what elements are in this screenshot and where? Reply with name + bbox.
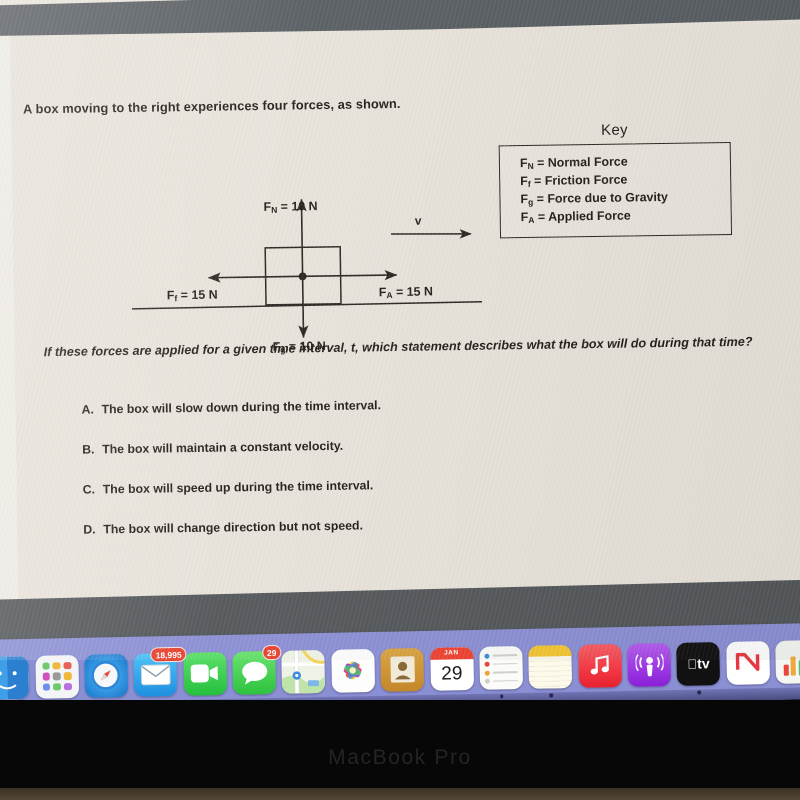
key-def-fn: = Normal Force [537, 154, 628, 170]
choice-d-letter: D. [83, 522, 96, 537]
calendar-month-label: JAN [429, 646, 474, 660]
answer-choice-d[interactable]: D. The box will change direction but not… [83, 514, 683, 537]
dock-item-facetime[interactable] [182, 651, 227, 696]
laptop-screen: A box moving to the right experiences fo… [0, 0, 800, 660]
dock-item-notes[interactable] [528, 644, 573, 697]
key-panel: Key FN = Normal Force Ff = Friction Forc… [498, 120, 733, 239]
fa-symbol: F [378, 285, 387, 300]
photos-icon [331, 648, 375, 693]
messages-badge: 29 [261, 644, 282, 660]
key-sub-fn: N [527, 160, 534, 172]
dock-item-news[interactable] [725, 640, 770, 685]
dock-item-contacts[interactable] [380, 647, 425, 692]
dock-item-launchpad[interactable] [34, 654, 79, 699]
normal-force-label: FN = 10 N [263, 199, 318, 215]
gravity-force-arrow [298, 276, 309, 339]
choice-d-text: The box will change direction but not sp… [103, 518, 364, 537]
applied-force-arrow [302, 270, 398, 281]
key-symbol-fa: F [520, 209, 529, 225]
choice-a-letter: A. [81, 402, 94, 417]
key-sub-ff: f [527, 178, 531, 189]
key-title: Key [600, 121, 628, 139]
dock-item-maps[interactable] [281, 649, 326, 694]
mail-badge: 18,995 [150, 646, 187, 662]
numbers-icon [775, 639, 800, 684]
dock-item-mail[interactable]: 18,995 [133, 646, 187, 705]
force-diagram: FN = 10 N Fg = 10 N Ff = 15 N FA = 15 N … [122, 148, 505, 355]
dock-item-reminders[interactable] [479, 645, 524, 698]
answer-choice-c[interactable]: C. The box will speed up during the time… [82, 474, 683, 497]
desk-surface-edge [0, 788, 800, 800]
fa-value: = 15 N [392, 284, 433, 300]
center-of-mass-dot [298, 272, 307, 281]
reminders-running-indicator [499, 694, 504, 698]
ground-line [132, 300, 483, 310]
velocity-arrow [390, 229, 472, 239]
dock-item-podcasts[interactable] [627, 642, 672, 687]
laptop-bottom-bezel: MacBook Pro [0, 700, 800, 800]
key-sub-fa: A [528, 214, 535, 225]
choice-b-text: The box will maintain a constant velocit… [102, 438, 344, 457]
dock-item-numbers[interactable] [775, 639, 800, 684]
key-box: FN = Normal Force Ff = Friction Force Fg… [498, 141, 733, 239]
notes-icon [528, 644, 573, 689]
ff-symbol: F [166, 288, 175, 303]
key-symbol-fn: F [519, 156, 528, 171]
calendar-icon: JAN 29 [429, 646, 474, 691]
reminders-icon [479, 645, 524, 690]
appletv-text-label: tv [692, 655, 710, 672]
force-diagram-svg [132, 198, 483, 339]
intro-text: A box moving to the right experiences fo… [22, 95, 401, 117]
answer-choice-b[interactable]: B. The box will maintain a constant velo… [82, 434, 682, 457]
friction-force-label: Ff = 15 N [166, 287, 218, 304]
launchpad-icon [34, 654, 79, 699]
facetime-icon [182, 651, 227, 696]
screenshot-root: A box moving to the right experiences fo… [0, 0, 800, 800]
podcasts-icon [627, 642, 672, 687]
applied-force-label: FA = 15 N [378, 284, 433, 301]
choice-a-text: The box will slow down during the time i… [101, 398, 382, 417]
macbook-brand-text: MacBook Pro [328, 746, 472, 769]
maps-icon [281, 649, 326, 694]
friction-force-arrow [207, 272, 303, 283]
fn-subscript: N [271, 204, 278, 215]
answer-choice-a[interactable]: A. The box will slow down during the tim… [81, 394, 681, 417]
fn-value: = 10 N [277, 199, 318, 214]
contacts-icon [380, 647, 425, 692]
dock-item-finder[interactable] [0, 655, 30, 700]
appletv-running-indicator [697, 690, 701, 694]
choice-b-letter: B. [82, 442, 95, 457]
key-symbol-fg: F [520, 191, 529, 207]
calendar-day-label: 29 [441, 662, 463, 685]
document-content: A box moving to the right experiences fo… [0, 24, 800, 636]
music-icon [577, 643, 622, 688]
key-def-ff: = Friction Force [533, 172, 628, 188]
answer-choice-list: A. The box will slow down during the tim… [81, 394, 683, 563]
choice-c-letter: C. [82, 482, 96, 497]
velocity-label: v [414, 213, 422, 228]
choice-c-text: The box will speed up during the time in… [102, 478, 374, 497]
key-sub-fg: g [528, 196, 534, 207]
dock-item-appletv[interactable]: tv [676, 641, 721, 694]
dock-item-music[interactable] [577, 643, 622, 688]
news-icon [725, 640, 770, 685]
key-symbol-ff: F [520, 173, 528, 189]
dock-item-messages[interactable]: 29 [232, 644, 282, 695]
fn-symbol: F [263, 199, 272, 214]
document-page: A box moving to the right experiences fo… [0, 23, 800, 636]
safari-icon [84, 653, 129, 698]
key-def-fg: = Force due to Gravity [536, 189, 668, 206]
finder-icon [0, 655, 30, 700]
ff-value: = 15 N [177, 287, 218, 303]
dock-item-safari[interactable] [84, 653, 129, 706]
notes-running-indicator [549, 693, 553, 697]
key-def-fa: = Applied Force [537, 208, 631, 224]
appletv-icon: tv [676, 641, 721, 686]
fa-subscript: A [386, 290, 393, 301]
dock-item-calendar[interactable]: JAN 29 [429, 646, 474, 691]
key-entry-applied: FA = Applied Force [521, 206, 719, 227]
dock-item-photos[interactable] [331, 648, 375, 693]
